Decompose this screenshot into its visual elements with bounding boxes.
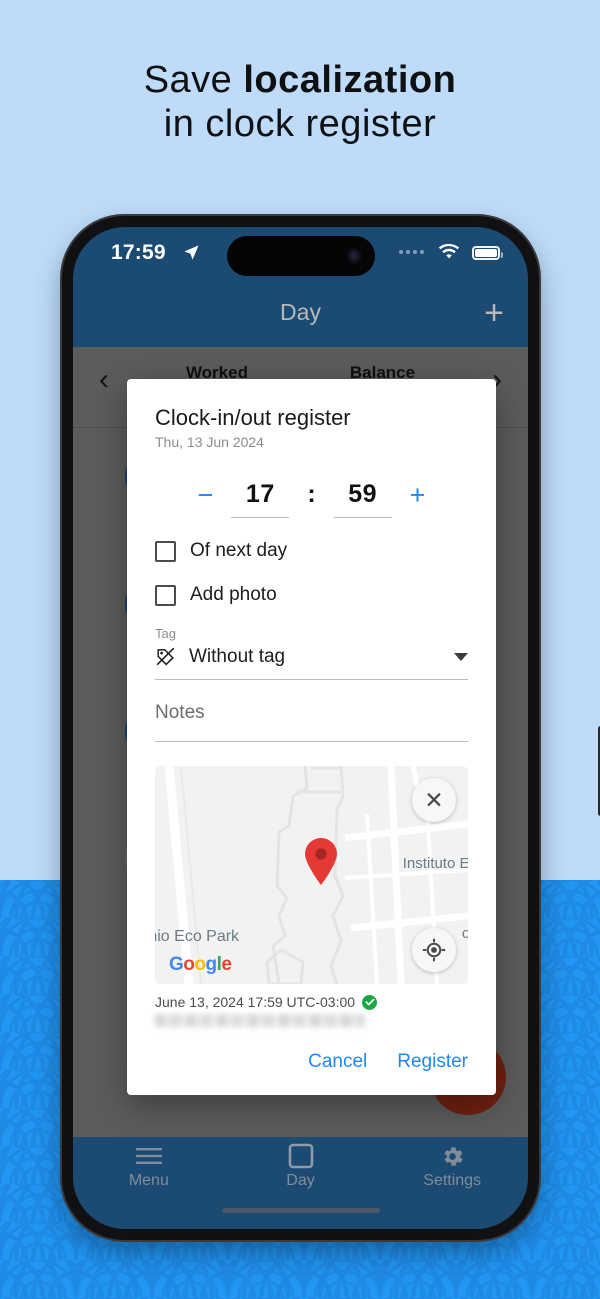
headline-line-2: in clock register [163,103,437,146]
home-indicator[interactable] [221,1208,380,1213]
bottom-navigation: Menu Day Settings [73,1137,528,1229]
dialog-title: Clock-in/out register [155,405,351,430]
signal-dots-icon [399,250,424,254]
clock-register-dialog: Clock-in/out register Thu, 13 Jun 2024 −… [127,379,496,1095]
tag-field[interactable]: Tag Without tag [127,626,496,680]
hamburger-menu-icon [73,1143,225,1169]
my-location-button[interactable] [412,928,456,972]
time-stepper: − 17 : 59 + [127,480,496,518]
checkbox-box[interactable] [155,584,176,606]
minutes-value: 59 [348,480,378,508]
app-bar: Day + [73,285,528,347]
headline-plain: Save [143,59,244,101]
headline-line-1: Save localization [0,58,600,102]
hours-value: 17 [245,480,275,508]
dialog-actions: Cancel Register [127,1027,496,1095]
checkbox-label: Of next day [190,540,288,561]
geo-timestamp-text: June 13, 2024 17:59 UTC-03:00 [155,994,356,1010]
time-separator: : [307,480,316,508]
verified-check-icon [362,994,378,1010]
close-icon: ✕ [424,786,444,813]
notes-field[interactable]: Notes [127,702,496,742]
tag-select-row[interactable]: Without tag [155,646,468,680]
app-bar-add-button[interactable]: + [484,293,504,333]
nav-label-menu: Menu [128,1172,169,1189]
chevron-down-icon[interactable] [454,653,468,661]
map-label-line-1: Instituto Educa [402,855,468,872]
nav-item-day[interactable]: Day [225,1137,377,1199]
phone-mockup: ‹ › Worked 0h00m Balance 0h00m → [62,216,600,1240]
checkbox-add-photo[interactable]: Add photo [127,584,496,606]
page-title: Save localization in clock register [0,58,600,146]
checkbox-box[interactable] [155,540,176,562]
app-bar-title: Day [280,299,321,325]
map-label-instituto: Instituto Educa En [403,854,468,895]
location-arrow-icon [184,245,199,260]
battery-full-icon [472,246,503,260]
tag-field-label: Tag [155,626,176,641]
register-button[interactable]: Register [397,1051,468,1073]
nav-label-day: Day [286,1172,315,1189]
cancel-button[interactable]: Cancel [308,1051,367,1073]
calendar-day-icon [225,1143,377,1169]
dynamic-island [226,236,375,276]
notes-placeholder[interactable]: Notes [155,702,468,742]
map-label-semi: omi [461,925,468,942]
geo-timestamp: June 13, 2024 17:59 UTC-03:00 [127,984,496,1010]
hours-input[interactable]: 17 [231,480,290,518]
headline-bold: localization [243,59,457,101]
map-label-eco-park: nínio Eco Park [155,928,240,945]
map-label-line-2: En [403,874,468,894]
gear-icon [376,1143,528,1169]
tag-off-icon [156,647,175,666]
time-increment-button[interactable]: + [410,480,426,510]
map-pin-icon [305,838,337,885]
time-decrement-button[interactable]: − [198,480,214,510]
checkbox-label: Add photo [190,584,277,605]
minutes-input[interactable]: 59 [333,480,392,518]
my-location-icon [422,938,446,962]
checkbox-of-next-day[interactable]: Of next day [127,540,496,562]
wifi-icon [438,244,460,259]
dialog-subtitle: Thu, 13 Jun 2024 [155,434,264,450]
nav-item-settings[interactable]: Settings [376,1137,528,1199]
phone-screen: ‹ › Worked 0h00m Balance 0h00m → [73,227,528,1229]
status-time: 17:59 [111,241,166,264]
close-map-button[interactable]: ✕ [412,778,456,822]
tag-value: Without tag [189,646,286,667]
nav-label-settings: Settings [423,1172,482,1189]
front-camera-icon [345,248,362,264]
geo-coordinates-redacted [155,1014,365,1027]
google-logo: Google [169,954,232,975]
nav-item-menu[interactable]: Menu [73,1137,225,1199]
status-bar: 17:59 [73,227,528,285]
location-map[interactable]: Instituto Educa En nínio Eco Park omi ✕ [155,766,468,984]
